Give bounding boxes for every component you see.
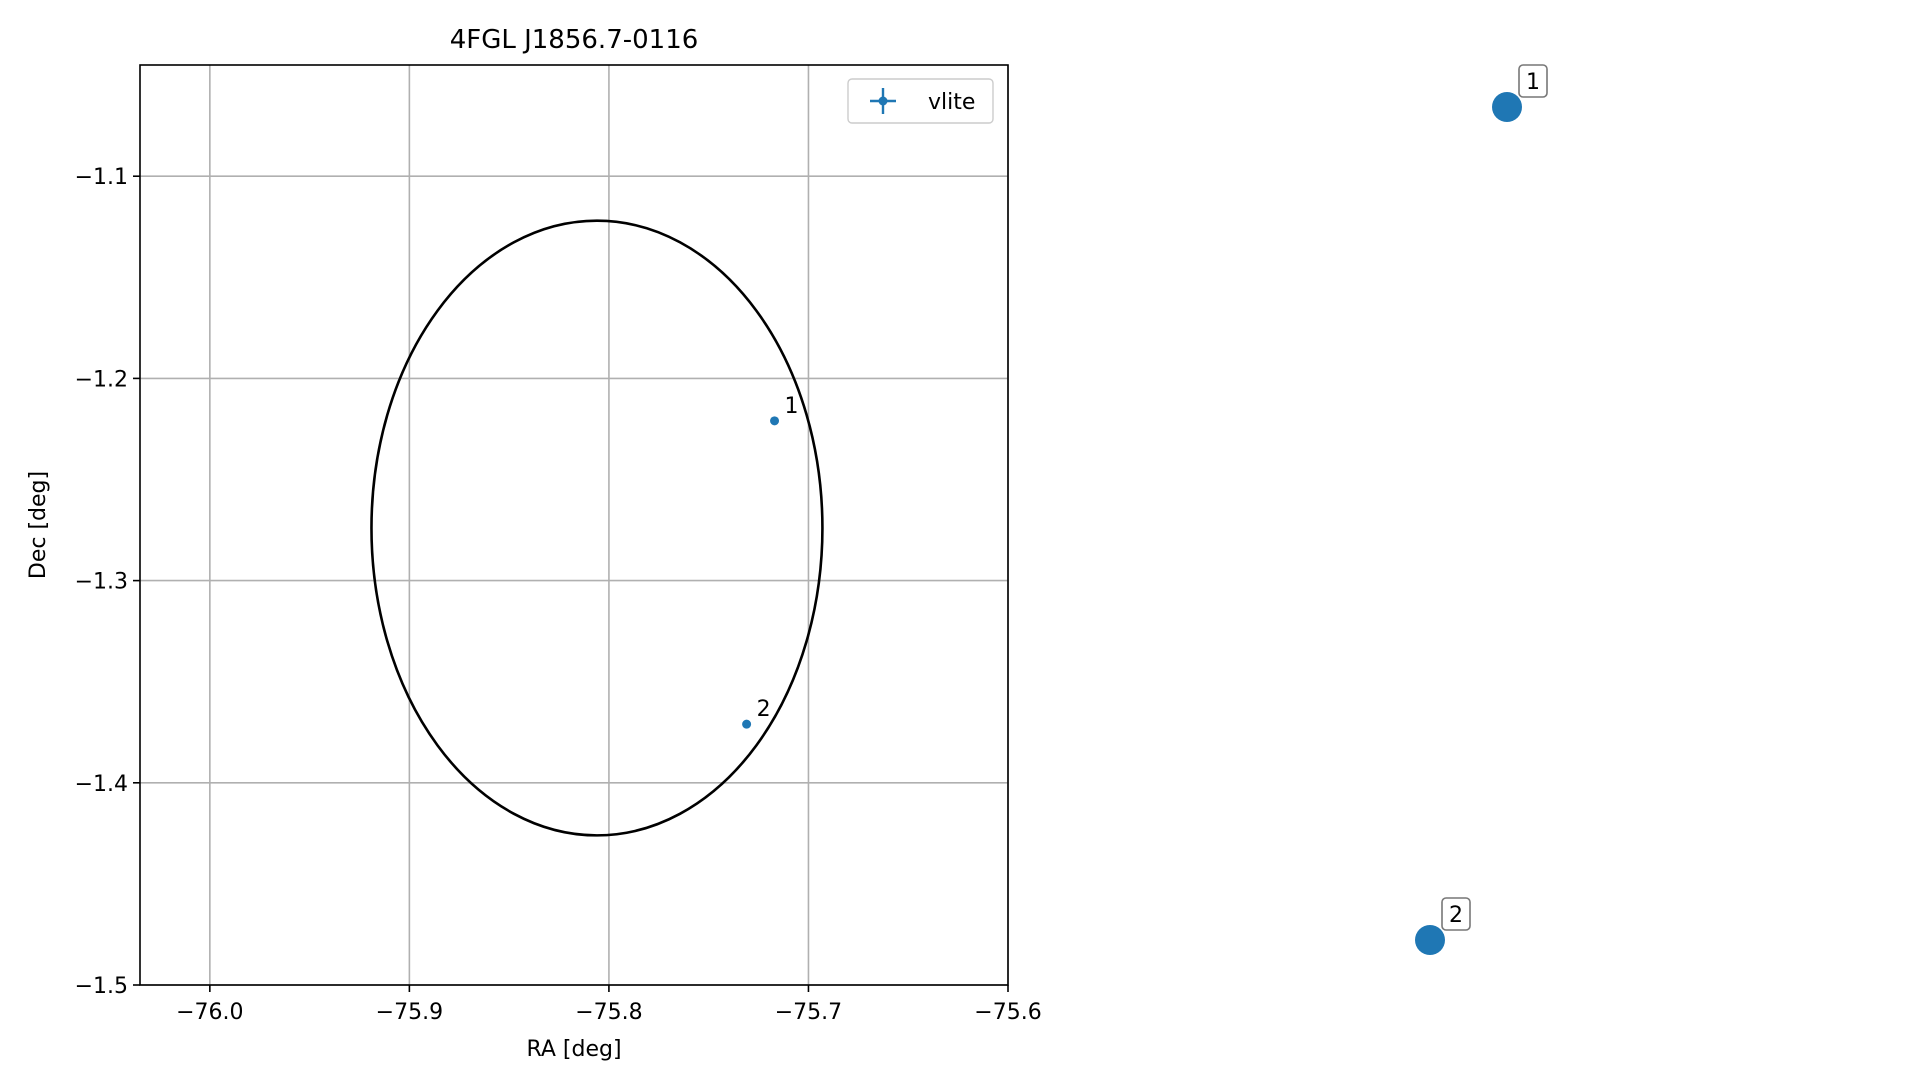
data-point-label-2: 2 [757,697,771,722]
x-tick-label: −75.6 [974,1000,1041,1025]
y-tick-label: −1.2 [75,367,128,392]
x-tick-label: −75.8 [575,1000,642,1025]
y-tick-label: −1.4 [75,772,128,797]
data-point-2 [742,719,752,729]
y-axis-ticks: −1.1 −1.2 −1.3 −1.4 −1.5 [75,165,140,999]
legend-marker-dot [878,96,888,106]
large-point-1 [1492,92,1522,122]
x-tick-label: −75.7 [775,1000,842,1025]
y-axis-label: Dec [deg] [26,471,51,579]
x-axis-ticks: −76.0 −75.9 −75.8 −75.7 −75.6 [176,985,1042,1025]
right-scatter: 12 [1415,64,1548,955]
y-tick-label: −1.5 [75,974,128,999]
large-point-2 [1415,925,1445,955]
legend-label-vlite: vlite [928,90,975,115]
x-axis-label: RA [deg] [526,1037,621,1062]
large-point-label-1: 1 [1526,70,1540,95]
x-tick-label: −75.9 [376,1000,443,1025]
y-tick-label: −1.1 [75,165,128,190]
plot-area [140,65,1008,985]
data-point-label-1: 1 [785,394,799,419]
legend: vlite [847,78,994,124]
chart-title: 4FGL J1856.7-0116 [450,25,699,55]
data-point-1 [770,416,780,426]
x-tick-label: −76.0 [176,1000,243,1025]
main-chart: 12 −76.0 −75.9 −75.8 −75.7 −75.6 −1.1−1.2−1.… [26,25,1042,1062]
figure: 12 −76.0 −75.9 −75.8 −75.7 −75.6 −1.1−1.2−1.… [26,25,1548,1062]
large-point-label-2: 2 [1449,903,1463,928]
y-tick-label: −1.3 [75,570,128,595]
